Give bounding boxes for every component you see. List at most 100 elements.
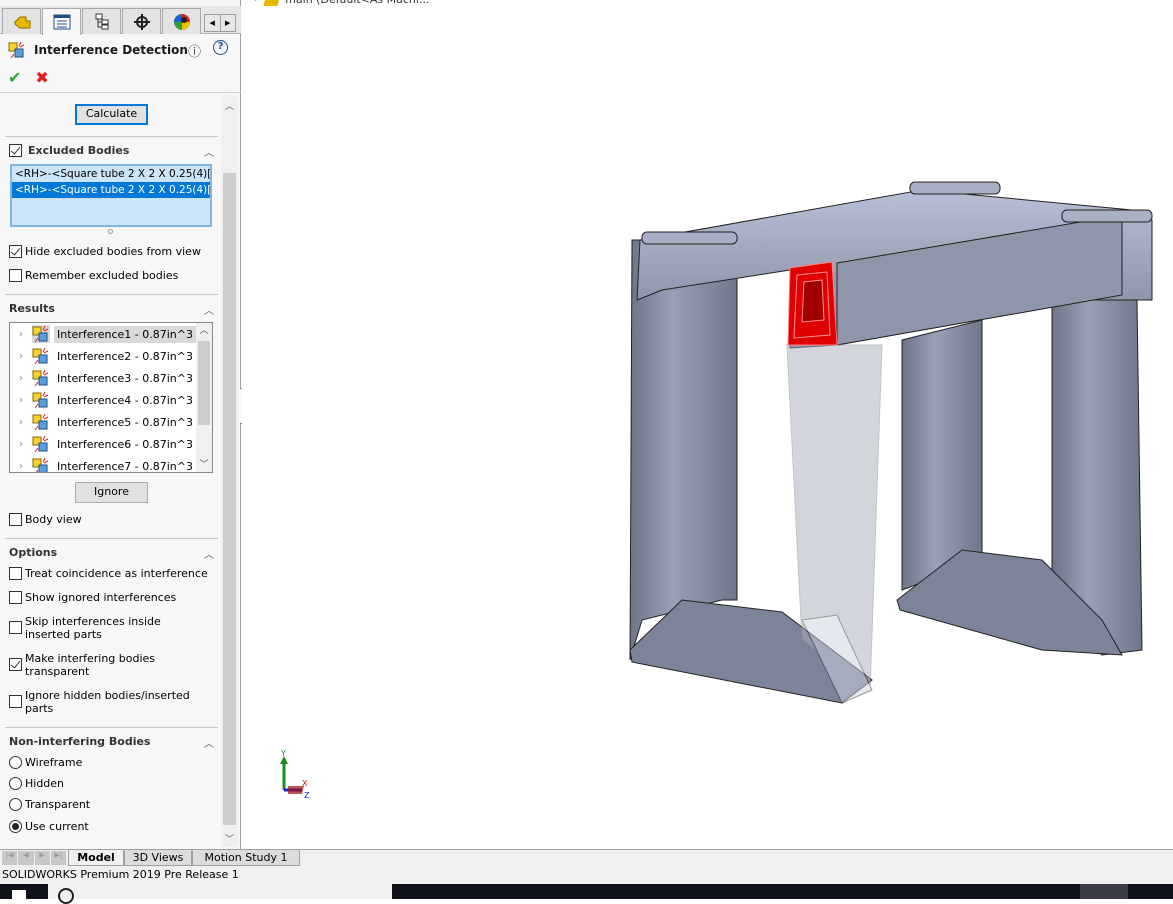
tab-property-manager[interactable] — [42, 8, 81, 35]
start-icon[interactable] — [12, 890, 26, 899]
excluded-bodies-checkbox[interactable] — [9, 144, 22, 157]
first-tab-icon[interactable]: |◀ — [2, 851, 18, 865]
tab-3d-views[interactable]: 3D Views — [124, 850, 192, 866]
graphics-area[interactable]: › main (Default<As Machi... — [242, 0, 1173, 849]
search-icon — [58, 888, 74, 904]
page-title: Interference Detection — [34, 43, 188, 57]
option-skip-inserted[interactable]: Skip interferences inside inserted parts — [9, 615, 209, 641]
tab-dimxpert-manager[interactable] — [122, 8, 161, 34]
radio[interactable] — [9, 820, 22, 833]
resize-handle[interactable] — [108, 229, 113, 234]
taskbar-search[interactable] — [48, 884, 392, 904]
cancel-x-icon[interactable]: ✖ — [35, 68, 48, 87]
result-item[interactable]: › Interference5 - 0.87in^3 — [10, 411, 212, 433]
scrollbar-thumb[interactable] — [223, 173, 236, 825]
list-item[interactable]: <RH>-<Square tube 2 X 2 X 0.25(4)[1]> — [12, 166, 210, 182]
checkbox[interactable] — [9, 658, 22, 671]
model-view[interactable] — [242, 0, 1173, 849]
collapse-excluded-icon[interactable]: ︿ — [204, 144, 214, 159]
option-label: Ignore hidden bodies/inserted parts — [25, 689, 190, 715]
expand-chevron-icon[interactable]: › — [10, 395, 32, 406]
radio-use-current[interactable]: Use current — [9, 820, 89, 833]
expand-chevron-icon[interactable]: › — [10, 439, 32, 450]
feature-manager-icon — [14, 16, 30, 28]
display-manager-icon — [173, 13, 190, 30]
last-tab-icon[interactable]: ▶| — [50, 851, 66, 865]
tab-scroll-buttons[interactable]: |◀ ◀ ▶ ▶| — [2, 851, 66, 865]
radio-label: Use current — [25, 820, 89, 833]
expand-chevron-icon[interactable]: › — [10, 329, 32, 340]
result-item[interactable]: › Interference2 - 0.87in^3 — [10, 345, 212, 367]
calculate-button[interactable]: Calculate — [75, 104, 148, 125]
radio-label: Hidden — [25, 777, 65, 790]
radio[interactable] — [9, 777, 22, 790]
results-scrollbar[interactable]: ︿ ﹀ — [196, 323, 212, 472]
property-manager-panel: ◀ ▶ Interference Detection ⓘ ? ✔ ✖ Calcu… — [0, 0, 241, 849]
expand-chevron-icon[interactable]: › — [10, 373, 32, 384]
hide-excluded-option[interactable]: Hide excluded bodies from view — [9, 245, 201, 258]
interference-icon — [32, 325, 50, 343]
tab-configuration-manager[interactable] — [82, 8, 121, 34]
radio[interactable] — [9, 756, 22, 769]
option-ignore-hidden[interactable]: Ignore hidden bodies/inserted parts — [9, 689, 199, 715]
ok-check-icon[interactable]: ✔ — [8, 68, 21, 87]
tab-scroll-left[interactable]: ◀ — [205, 15, 221, 31]
result-item[interactable]: › Interference3 - 0.87in^3 — [10, 367, 212, 389]
checkbox[interactable] — [9, 567, 22, 580]
radio-wireframe[interactable]: Wireframe — [9, 756, 82, 769]
scroll-up-icon[interactable]: ︿ — [196, 323, 212, 339]
property-manager-icon — [53, 14, 70, 30]
expand-chevron-icon[interactable]: › — [10, 351, 32, 362]
next-tab-icon[interactable]: ▶ — [34, 851, 50, 865]
collapse-non-interfering-icon[interactable]: ︿ — [204, 735, 214, 750]
radio-transparent[interactable]: Transparent — [9, 798, 90, 811]
checkbox[interactable] — [9, 695, 22, 708]
help-icon[interactable]: ? — [213, 40, 228, 55]
tab-model[interactable]: Model — [68, 850, 124, 866]
tab-display-manager[interactable] — [162, 8, 201, 34]
collapse-results-icon[interactable]: ︿ — [204, 302, 214, 317]
excluded-bodies-list[interactable]: <RH>-<Square tube 2 X 2 X 0.25(4)[1]> <R… — [10, 164, 212, 227]
checkbox[interactable] — [9, 621, 22, 634]
bottom-tab-bar: |◀ ◀ ▶ ▶| Model 3D Views Motion Study 1 — [0, 849, 1173, 866]
tab-scroll-arrows[interactable]: ◀ ▶ — [204, 14, 236, 32]
prev-tab-icon[interactable]: ◀ — [18, 851, 34, 865]
results-list[interactable]: › Interference1 - 0.87in^3 › Interference2 … — [9, 322, 213, 473]
expand-chevron-icon[interactable]: › — [10, 461, 32, 472]
checkbox[interactable] — [9, 591, 22, 604]
option-show-ignored[interactable]: Show ignored interferences — [9, 591, 176, 604]
list-item[interactable]: <RH>-<Square tube 2 X 2 X 0.25(4)[2]> — [12, 182, 210, 198]
body-view-checkbox[interactable] — [9, 513, 22, 526]
hide-excluded-label: Hide excluded bodies from view — [25, 245, 201, 258]
expand-chevron-icon[interactable]: › — [10, 417, 32, 428]
result-label: Interference1 - 0.87in^3 — [54, 325, 196, 343]
taskbar-app-solidworks-active[interactable] — [1080, 884, 1128, 899]
scroll-down-icon[interactable]: ﹀ — [196, 457, 212, 470]
collapse-options-icon[interactable]: ︿ — [204, 546, 214, 561]
tab-motion-study[interactable]: Motion Study 1 — [192, 850, 300, 866]
result-item[interactable]: › Interference1 - 0.87in^3 — [10, 323, 212, 345]
option-treat-coincidence[interactable]: Treat coincidence as interference — [9, 567, 208, 580]
hide-excluded-checkbox[interactable] — [9, 245, 22, 258]
scroll-up-icon[interactable]: ︿ — [221, 99, 238, 112]
body-view-option[interactable]: Body view — [9, 513, 82, 526]
remember-excluded-option[interactable]: Remember excluded bodies — [9, 269, 178, 282]
result-item[interactable]: › Interference4 - 0.87in^3 — [10, 389, 212, 411]
excluded-bodies-section-toggle[interactable]: Excluded Bodies — [9, 144, 129, 157]
tab-scroll-right[interactable]: ▶ — [221, 15, 236, 31]
radio-hidden[interactable]: Hidden — [9, 777, 64, 790]
result-label: Interference6 - 0.87in^3 — [57, 437, 193, 451]
tab-feature-manager[interactable] — [2, 8, 41, 34]
result-item[interactable]: › Interference7 - 0.87in^3 — [10, 455, 212, 473]
result-label: Interference2 - 0.87in^3 — [57, 349, 193, 363]
option-make-transparent[interactable]: Make interfering bodies transparent — [9, 652, 169, 678]
whats-new-help-icon[interactable]: ⓘ — [188, 41, 201, 60]
panel-scrollbar[interactable]: ︿ ﹀ — [221, 95, 238, 847]
result-item[interactable]: › Interference6 - 0.87in^3 — [10, 433, 212, 455]
ignore-button[interactable]: Ignore — [75, 482, 148, 503]
radio[interactable] — [9, 798, 22, 811]
svg-text:Z: Z — [304, 791, 310, 800]
result-label: Interference7 - 0.87in^3 — [57, 459, 193, 473]
remember-excluded-checkbox[interactable] — [9, 269, 22, 282]
scroll-down-icon[interactable]: ﹀ — [221, 832, 238, 845]
